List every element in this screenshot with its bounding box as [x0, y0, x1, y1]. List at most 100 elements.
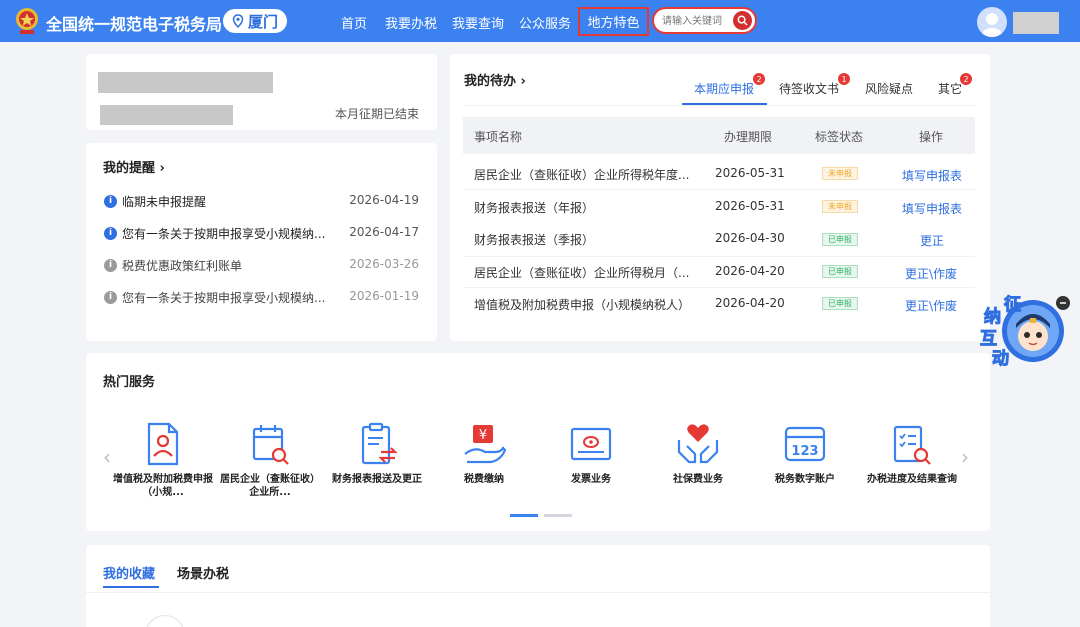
tab-current-declare[interactable]: 本期应申报	[694, 80, 754, 97]
task-name[interactable]: 居民企业（查账征收）企业所得税年度...	[474, 166, 689, 183]
task-deadline: 2026-04-20	[715, 296, 785, 310]
tab-badge: 2	[960, 73, 972, 85]
service-tax-payment[interactable]: ¥	[434, 420, 534, 472]
column-header: 办理期限	[724, 130, 773, 144]
info-icon: i	[104, 194, 117, 208]
reminder-item[interactable]: i 税费优惠政策红利账单	[104, 256, 242, 274]
nav-public-service[interactable]: 公众服务	[519, 13, 571, 32]
city-name: 厦门	[247, 12, 278, 31]
service-enterprise-income-tax[interactable]	[220, 420, 320, 472]
tab-others[interactable]: 其它	[938, 80, 962, 97]
tab-badge: 2	[753, 73, 765, 85]
reminders-card: 我的提醒 › i 临期未申报提醒 2026-04-19 i 您有一条关于按期申报…	[86, 143, 437, 341]
action-link[interactable]: 填写申报表	[902, 167, 962, 184]
company-name-redacted	[98, 72, 273, 93]
heart-hands-icon	[677, 424, 719, 464]
svg-text:123: 123	[791, 444, 818, 459]
user-icon	[982, 13, 1002, 37]
status-badge: 未申报	[822, 200, 858, 213]
service-label: 办税进度及结果查询	[867, 474, 957, 485]
nav-local-features[interactable]: 地方特色	[578, 7, 649, 36]
tab-pending-documents[interactable]: 待签收文书	[779, 80, 839, 97]
tab-scenario-tax[interactable]: 场景办税	[177, 563, 229, 582]
invoice-icon	[570, 427, 612, 461]
reminder-item[interactable]: i 您有一条关于按期申报享受小规模纳...	[104, 288, 325, 306]
service-label: 税务数字账户	[775, 474, 835, 485]
yen-hand-icon: ¥	[464, 425, 507, 464]
clipboard-exchange-icon	[361, 422, 398, 465]
checklist-search-icon	[893, 425, 931, 465]
svg-text:¥: ¥	[479, 428, 487, 443]
calendar-search-icon	[252, 425, 289, 465]
widget-char: 征	[1004, 295, 1022, 316]
user-name-redacted[interactable]	[1013, 12, 1059, 34]
service-social-insurance[interactable]	[648, 420, 748, 472]
task-deadline: 2026-04-20	[715, 264, 785, 278]
task-name[interactable]: 居民企业（查账征收）企业所得税月（...	[474, 264, 689, 281]
interaction-widget[interactable]: 征 纳 互 动	[978, 290, 1078, 370]
action-link[interactable]: 更正\作废	[905, 265, 957, 282]
service-label: 税费缴纳	[464, 474, 504, 485]
reminder-date: 2026-03-26	[349, 257, 419, 271]
prev-arrow-icon[interactable]: ‹	[103, 445, 111, 469]
next-arrow-icon[interactable]: ›	[961, 445, 969, 469]
tax-id-redacted	[100, 105, 233, 125]
service-label: 发票业务	[571, 474, 611, 485]
action-link[interactable]: 填写申报表	[902, 200, 962, 217]
column-header: 操作	[919, 130, 944, 144]
service-digital-account[interactable]: 123	[755, 420, 855, 472]
carousel-dot-active[interactable]	[510, 514, 538, 517]
action-link[interactable]: 更正\作废	[905, 297, 957, 314]
status-badge: 已申报	[822, 297, 858, 310]
reminder-date: 2026-01-19	[349, 289, 419, 303]
divider	[463, 287, 975, 288]
column-header: 标签状态	[815, 130, 864, 144]
service-vat-declare[interactable]	[113, 420, 213, 472]
hot-services-title: 热门服务	[103, 375, 156, 390]
task-name[interactable]: 财务报表报送（季报）	[474, 231, 594, 248]
reminder-item[interactable]: i 您有一条关于按期申报享受小规模纳...	[104, 224, 325, 242]
tax-emblem-logo	[16, 8, 38, 34]
action-link[interactable]: 更正	[920, 232, 944, 249]
reminders-title[interactable]: 我的提醒 ›	[103, 157, 165, 176]
info-icon: i	[104, 226, 117, 240]
status-badge: 已申报	[822, 233, 858, 246]
column-header: 事项名称	[474, 130, 523, 144]
nav-handle-tax[interactable]: 我要办税	[385, 13, 437, 32]
task-name[interactable]: 增值税及附加税费申报（小规模纳税人）	[474, 296, 690, 313]
city-selector[interactable]: 厦门	[223, 9, 287, 33]
nav-home[interactable]: 首页	[341, 13, 367, 32]
service-invoice[interactable]	[541, 420, 641, 472]
search-box	[652, 7, 757, 34]
profile-card: 本月征期已结束	[86, 54, 437, 130]
search-button[interactable]	[733, 11, 752, 30]
tab-risk-doubts[interactable]: 风险疑点	[865, 80, 913, 97]
minus-icon	[1060, 302, 1066, 304]
nav-query[interactable]: 我要查询	[452, 13, 504, 32]
status-badge: 未申报	[822, 167, 858, 180]
task-deadline: 2026-04-30	[715, 231, 785, 245]
service-progress-query[interactable]	[862, 420, 962, 472]
divider	[86, 592, 990, 593]
search-input[interactable]	[662, 13, 734, 29]
nav-local-features-label: 地方特色	[587, 16, 640, 31]
period-status: 本月征期已结束	[334, 107, 419, 121]
tab-my-favorites[interactable]: 我的收藏	[103, 563, 155, 582]
tab-badge: 1	[838, 73, 850, 85]
carousel-dot[interactable]	[544, 514, 572, 517]
task-deadline: 2026-05-31	[715, 199, 785, 213]
user-avatar[interactable]	[977, 7, 1007, 37]
service-label: 增值税及附加税费申报（小规...	[113, 474, 213, 498]
reminder-date: 2026-04-19	[349, 193, 419, 207]
service-financial-report[interactable]	[327, 420, 427, 472]
reminder-text: 税费优惠政策红利账单	[122, 258, 243, 273]
info-icon: i	[104, 258, 117, 272]
digital-account-icon: 123	[784, 426, 826, 462]
task-name[interactable]: 财务报表报送（年报）	[474, 199, 594, 216]
reminder-item[interactable]: i 临期未申报提醒	[104, 192, 206, 210]
table-header	[463, 117, 975, 154]
widget-close-button[interactable]	[1056, 296, 1070, 310]
top-header: 全国统一规范电子税务局 厦门 首页 我要办税 我要查询 公众服务 地方特色	[0, 0, 1080, 42]
todo-title[interactable]: 我的待办 ›	[464, 70, 526, 89]
search-icon	[737, 15, 748, 26]
